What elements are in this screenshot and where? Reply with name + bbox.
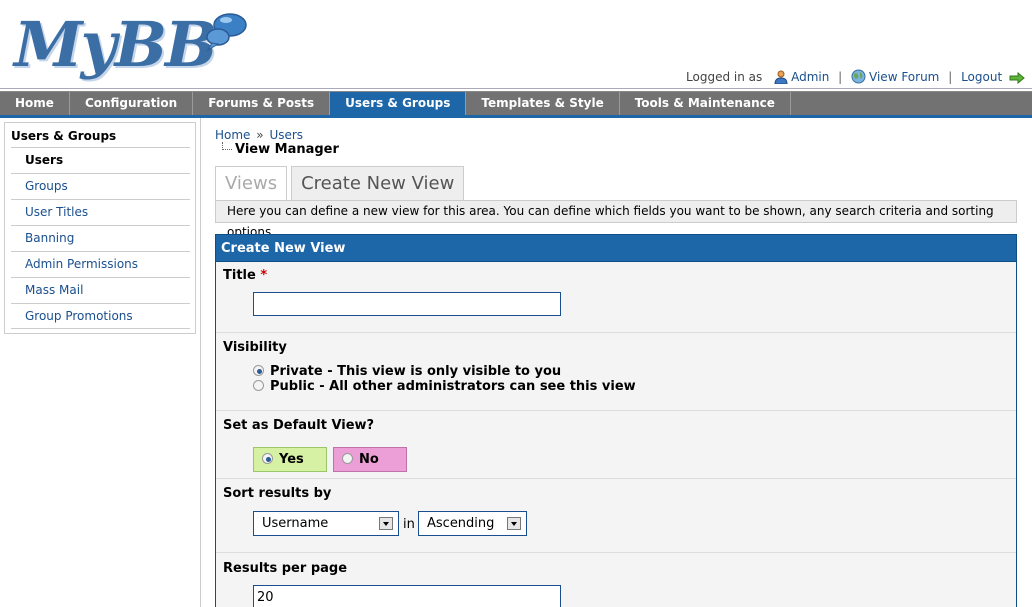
visibility-public-option[interactable]: Public - All other administrators can se… (253, 379, 636, 394)
title-label-text: Title (223, 268, 256, 283)
visibility-label: Visibility (223, 340, 287, 355)
breadcrumb-users[interactable]: Users (269, 128, 303, 142)
visibility-public-label: Public - All other administrators can se… (270, 379, 636, 394)
form-row-default-view: Set as Default View? Yes No (216, 411, 1016, 479)
sidebar-item-mass-mail[interactable]: Mass Mail (11, 277, 190, 303)
logout-link[interactable]: Logout (961, 70, 1002, 84)
default-view-label: Set as Default View? (223, 418, 375, 433)
visibility-private-option[interactable]: Private - This view is only visible to y… (253, 364, 561, 379)
default-yes-option[interactable]: Yes (253, 447, 327, 472)
required-mark: * (260, 268, 268, 283)
visibility-public-radio[interactable] (253, 380, 264, 391)
form-row-sort: Sort results by Username in Ascending (216, 479, 1016, 553)
logout-arrow-icon[interactable] (1009, 72, 1025, 84)
visibility-private-label: Private - This view is only visible to y… (270, 364, 562, 379)
page-title: View Manager (222, 142, 339, 157)
title-input[interactable] (253, 292, 561, 316)
menu-configuration[interactable]: Configuration (70, 92, 194, 115)
logo-text: MyBB (14, 8, 217, 81)
breadcrumb: Home » Users (215, 128, 303, 142)
page-title-text: View Manager (235, 142, 339, 157)
sidebar-item-user-titles[interactable]: User Titles (11, 199, 190, 225)
speech-bubble-icon (206, 13, 247, 52)
sort-label: Sort results by (223, 486, 332, 501)
breadcrumb-separator: » (256, 128, 264, 142)
form-row-per-page: Results per page (216, 553, 1016, 607)
default-no-label: No (359, 452, 379, 467)
visibility-private-radio[interactable] (253, 365, 264, 376)
menu-home[interactable]: Home (0, 92, 70, 115)
per-page-label: Results per page (223, 561, 348, 576)
tree-connector-icon (222, 142, 232, 150)
globe-icon (851, 69, 866, 84)
menu-tools-maintenance[interactable]: Tools & Maintenance (620, 92, 791, 115)
admin-user-link[interactable]: Admin (791, 70, 829, 84)
mybb-logo[interactable]: MyBB (8, 6, 248, 82)
user-icon (774, 70, 788, 84)
main-menu: Home Configuration Forums & Posts Users … (0, 91, 1032, 115)
create-view-form: Create New View Title * Visibility Priva… (215, 234, 1017, 607)
separator: | (948, 70, 953, 84)
sort-field-value: Username (262, 516, 329, 531)
view-forum-link[interactable]: View Forum (869, 70, 939, 84)
default-no-option[interactable]: No (333, 447, 407, 472)
breadcrumb-home[interactable]: Home (215, 128, 250, 142)
sidebar-item-admin-permissions[interactable]: Admin Permissions (11, 251, 190, 277)
header-divider (0, 88, 1032, 89)
chevron-down-icon[interactable] (379, 517, 393, 530)
menu-templates-style[interactable]: Templates & Style (466, 92, 620, 115)
menu-forums-posts[interactable]: Forums & Posts (193, 92, 331, 115)
form-row-title: Title * (216, 263, 1016, 333)
sort-order-value: Ascending (427, 516, 495, 531)
sidebar-item-users[interactable]: Users (11, 147, 190, 173)
sort-order-select[interactable]: Ascending (418, 511, 527, 536)
tab-views[interactable]: Views (215, 166, 288, 200)
default-yes-label: Yes (279, 452, 304, 467)
tab-bar: Views Create New View (215, 166, 465, 200)
form-heading: Create New View (216, 235, 1016, 262)
separator: | (838, 70, 843, 84)
tab-description: Here you can define a new view for this … (215, 200, 1017, 239)
default-no-radio[interactable] (342, 453, 353, 464)
tab-create-new-view[interactable]: Create New View (291, 166, 465, 200)
chevron-down-icon[interactable] (507, 517, 521, 530)
logged-in-as-text: Logged in as (686, 70, 763, 84)
menu-underline (0, 115, 1032, 118)
user-links: Logged in as Admin | View Forum | Logout (686, 69, 1028, 84)
default-yes-radio[interactable] (262, 453, 273, 464)
sidebar-item-banning[interactable]: Banning (11, 225, 190, 251)
sidebar-divider (200, 118, 201, 607)
form-row-visibility: Visibility Private - This view is only v… (216, 333, 1016, 411)
menu-users-groups[interactable]: Users & Groups (330, 92, 467, 115)
sort-field-select[interactable]: Username (253, 511, 399, 536)
sidebar: Users & Groups Users Groups User Titles … (4, 122, 196, 334)
sidebar-nav: Users Groups User Titles Banning Admin P… (11, 147, 190, 329)
sidebar-title: Users & Groups (11, 129, 117, 143)
title-label: Title * (223, 268, 267, 283)
sort-in-text: in (403, 517, 415, 532)
sidebar-item-group-promotions[interactable]: Group Promotions (11, 303, 190, 329)
per-page-input[interactable] (253, 585, 561, 607)
header: MyBB Logged in as Admin | View Forum | L… (0, 0, 1032, 88)
sidebar-item-groups[interactable]: Groups (11, 173, 190, 199)
